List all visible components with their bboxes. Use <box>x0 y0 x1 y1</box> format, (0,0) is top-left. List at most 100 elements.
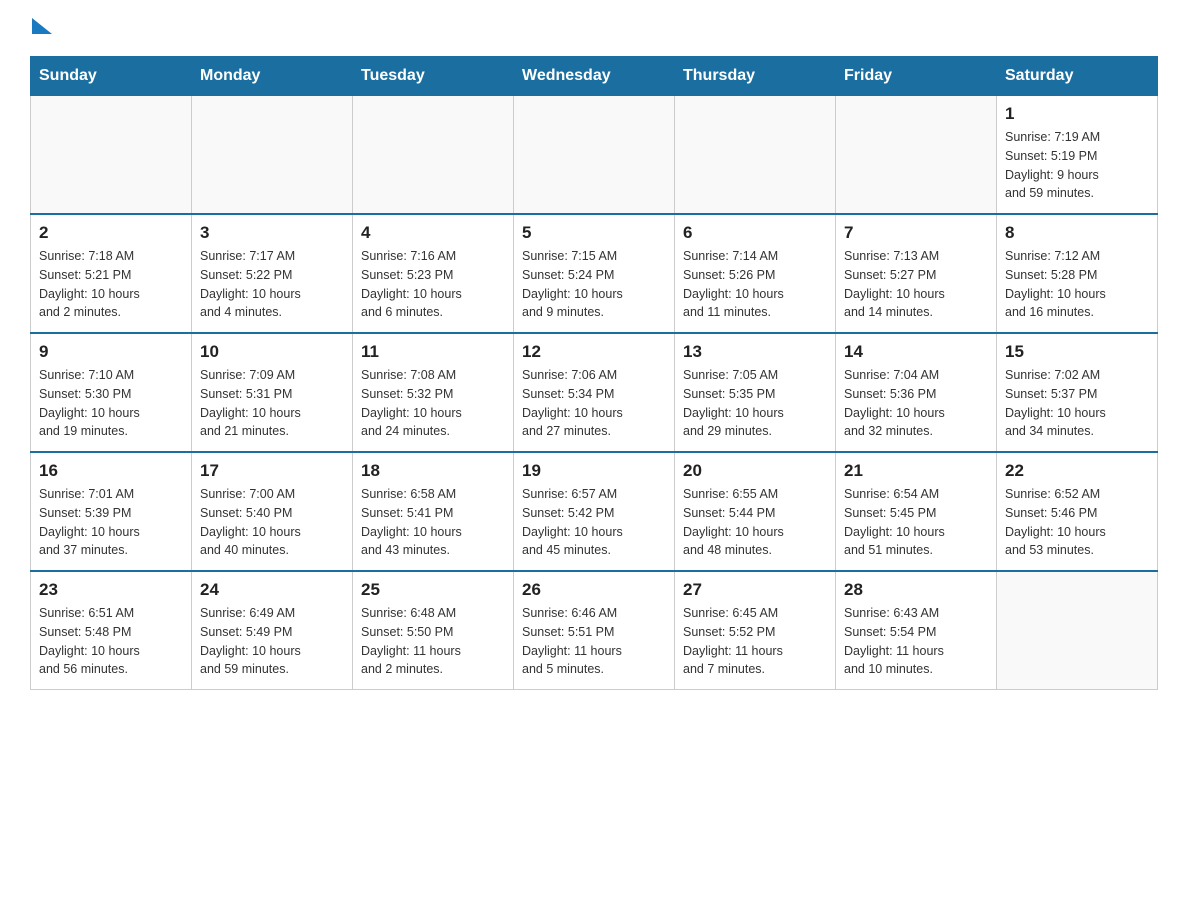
day-info: Sunrise: 7:01 AM Sunset: 5:39 PM Dayligh… <box>39 485 183 560</box>
calendar-week-row: 16 Sunrise: 7:01 AM Sunset: 5:39 PM Dayli… <box>31 452 1158 571</box>
header-monday: Monday <box>192 57 353 96</box>
day-info: Sunrise: 7:17 AM Sunset: 5:22 PM Dayligh… <box>200 247 344 322</box>
day-info: Sunrise: 6:45 AM Sunset: 5:52 PM Dayligh… <box>683 604 827 679</box>
day-info: Sunrise: 7:19 AM Sunset: 5:19 PM Dayligh… <box>1005 128 1149 203</box>
day-info: Sunrise: 7:06 AM Sunset: 5:34 PM Dayligh… <box>522 366 666 441</box>
calendar-day-cell <box>514 96 675 215</box>
day-number: 28 <box>844 580 988 600</box>
calendar-day-cell: 22 Sunrise: 6:52 AM Sunset: 5:46 PM Dayli… <box>997 452 1158 571</box>
day-number: 19 <box>522 461 666 481</box>
day-number: 21 <box>844 461 988 481</box>
day-info: Sunrise: 6:48 AM Sunset: 5:50 PM Dayligh… <box>361 604 505 679</box>
calendar-header-row: SundayMondayTuesdayWednesdayThursdayFrid… <box>31 57 1158 96</box>
day-number: 13 <box>683 342 827 362</box>
calendar-day-cell: 19 Sunrise: 6:57 AM Sunset: 5:42 PM Dayli… <box>514 452 675 571</box>
calendar-day-cell: 8 Sunrise: 7:12 AM Sunset: 5:28 PM Daylig… <box>997 214 1158 333</box>
logo <box>30 20 54 38</box>
header-sunday: Sunday <box>31 57 192 96</box>
calendar-day-cell: 2 Sunrise: 7:18 AM Sunset: 5:21 PM Daylig… <box>31 214 192 333</box>
day-info: Sunrise: 6:58 AM Sunset: 5:41 PM Dayligh… <box>361 485 505 560</box>
day-number: 15 <box>1005 342 1149 362</box>
header-wednesday: Wednesday <box>514 57 675 96</box>
day-number: 12 <box>522 342 666 362</box>
day-info: Sunrise: 6:49 AM Sunset: 5:49 PM Dayligh… <box>200 604 344 679</box>
calendar-day-cell: 5 Sunrise: 7:15 AM Sunset: 5:24 PM Daylig… <box>514 214 675 333</box>
calendar-day-cell: 18 Sunrise: 6:58 AM Sunset: 5:41 PM Dayli… <box>353 452 514 571</box>
day-number: 18 <box>361 461 505 481</box>
day-number: 22 <box>1005 461 1149 481</box>
calendar-day-cell: 23 Sunrise: 6:51 AM Sunset: 5:48 PM Dayli… <box>31 571 192 690</box>
header-friday: Friday <box>836 57 997 96</box>
calendar-day-cell: 13 Sunrise: 7:05 AM Sunset: 5:35 PM Dayli… <box>675 333 836 452</box>
day-number: 27 <box>683 580 827 600</box>
day-number: 6 <box>683 223 827 243</box>
header-thursday: Thursday <box>675 57 836 96</box>
day-info: Sunrise: 7:12 AM Sunset: 5:28 PM Dayligh… <box>1005 247 1149 322</box>
calendar-day-cell: 24 Sunrise: 6:49 AM Sunset: 5:49 PM Dayli… <box>192 571 353 690</box>
day-info: Sunrise: 7:04 AM Sunset: 5:36 PM Dayligh… <box>844 366 988 441</box>
calendar-day-cell <box>675 96 836 215</box>
day-number: 1 <box>1005 104 1149 124</box>
logo-arrow-icon <box>32 18 52 34</box>
day-info: Sunrise: 6:54 AM Sunset: 5:45 PM Dayligh… <box>844 485 988 560</box>
day-number: 23 <box>39 580 183 600</box>
calendar-day-cell: 26 Sunrise: 6:46 AM Sunset: 5:51 PM Dayli… <box>514 571 675 690</box>
calendar-day-cell: 15 Sunrise: 7:02 AM Sunset: 5:37 PM Dayli… <box>997 333 1158 452</box>
day-info: Sunrise: 7:16 AM Sunset: 5:23 PM Dayligh… <box>361 247 505 322</box>
day-number: 8 <box>1005 223 1149 243</box>
calendar-day-cell <box>836 96 997 215</box>
calendar-day-cell: 11 Sunrise: 7:08 AM Sunset: 5:32 PM Dayli… <box>353 333 514 452</box>
calendar-day-cell: 21 Sunrise: 6:54 AM Sunset: 5:45 PM Dayli… <box>836 452 997 571</box>
day-info: Sunrise: 7:05 AM Sunset: 5:35 PM Dayligh… <box>683 366 827 441</box>
day-info: Sunrise: 7:15 AM Sunset: 5:24 PM Dayligh… <box>522 247 666 322</box>
calendar-day-cell: 3 Sunrise: 7:17 AM Sunset: 5:22 PM Daylig… <box>192 214 353 333</box>
calendar-day-cell: 25 Sunrise: 6:48 AM Sunset: 5:50 PM Dayli… <box>353 571 514 690</box>
day-number: 26 <box>522 580 666 600</box>
day-info: Sunrise: 7:18 AM Sunset: 5:21 PM Dayligh… <box>39 247 183 322</box>
calendar-day-cell: 20 Sunrise: 6:55 AM Sunset: 5:44 PM Dayli… <box>675 452 836 571</box>
day-info: Sunrise: 7:10 AM Sunset: 5:30 PM Dayligh… <box>39 366 183 441</box>
day-number: 9 <box>39 342 183 362</box>
day-number: 25 <box>361 580 505 600</box>
calendar-week-row: 1 Sunrise: 7:19 AM Sunset: 5:19 PM Daylig… <box>31 96 1158 215</box>
day-number: 20 <box>683 461 827 481</box>
day-number: 10 <box>200 342 344 362</box>
calendar-day-cell: 14 Sunrise: 7:04 AM Sunset: 5:36 PM Dayli… <box>836 333 997 452</box>
day-info: Sunrise: 6:52 AM Sunset: 5:46 PM Dayligh… <box>1005 485 1149 560</box>
day-info: Sunrise: 7:09 AM Sunset: 5:31 PM Dayligh… <box>200 366 344 441</box>
calendar-week-row: 23 Sunrise: 6:51 AM Sunset: 5:48 PM Dayli… <box>31 571 1158 690</box>
day-info: Sunrise: 6:46 AM Sunset: 5:51 PM Dayligh… <box>522 604 666 679</box>
calendar-week-row: 9 Sunrise: 7:10 AM Sunset: 5:30 PM Daylig… <box>31 333 1158 452</box>
day-info: Sunrise: 6:55 AM Sunset: 5:44 PM Dayligh… <box>683 485 827 560</box>
day-number: 2 <box>39 223 183 243</box>
calendar-day-cell <box>31 96 192 215</box>
day-info: Sunrise: 7:14 AM Sunset: 5:26 PM Dayligh… <box>683 247 827 322</box>
day-info: Sunrise: 7:13 AM Sunset: 5:27 PM Dayligh… <box>844 247 988 322</box>
day-info: Sunrise: 6:43 AM Sunset: 5:54 PM Dayligh… <box>844 604 988 679</box>
calendar-day-cell: 10 Sunrise: 7:09 AM Sunset: 5:31 PM Dayli… <box>192 333 353 452</box>
header-tuesday: Tuesday <box>353 57 514 96</box>
calendar-day-cell <box>997 571 1158 690</box>
day-number: 11 <box>361 342 505 362</box>
calendar-day-cell: 7 Sunrise: 7:13 AM Sunset: 5:27 PM Daylig… <box>836 214 997 333</box>
calendar-day-cell: 1 Sunrise: 7:19 AM Sunset: 5:19 PM Daylig… <box>997 96 1158 215</box>
day-number: 16 <box>39 461 183 481</box>
calendar-day-cell: 6 Sunrise: 7:14 AM Sunset: 5:26 PM Daylig… <box>675 214 836 333</box>
day-number: 3 <box>200 223 344 243</box>
header-saturday: Saturday <box>997 57 1158 96</box>
day-info: Sunrise: 6:51 AM Sunset: 5:48 PM Dayligh… <box>39 604 183 679</box>
calendar-day-cell <box>192 96 353 215</box>
calendar-week-row: 2 Sunrise: 7:18 AM Sunset: 5:21 PM Daylig… <box>31 214 1158 333</box>
day-info: Sunrise: 6:57 AM Sunset: 5:42 PM Dayligh… <box>522 485 666 560</box>
calendar-day-cell: 28 Sunrise: 6:43 AM Sunset: 5:54 PM Dayli… <box>836 571 997 690</box>
calendar-day-cell: 17Sunrise: 7:00 AM Sunset: 5:40 PM Dayli… <box>192 452 353 571</box>
day-info: Sunrise: 7:08 AM Sunset: 5:32 PM Dayligh… <box>361 366 505 441</box>
day-number: 24 <box>200 580 344 600</box>
calendar-day-cell: 27 Sunrise: 6:45 AM Sunset: 5:52 PM Dayli… <box>675 571 836 690</box>
calendar-day-cell: 16 Sunrise: 7:01 AM Sunset: 5:39 PM Dayli… <box>31 452 192 571</box>
day-info: Sunrise: 7:02 AM Sunset: 5:37 PM Dayligh… <box>1005 366 1149 441</box>
day-number: 7 <box>844 223 988 243</box>
day-info: Sunrise: 7:00 AM Sunset: 5:40 PM Dayligh… <box>200 485 344 560</box>
day-number: 14 <box>844 342 988 362</box>
day-number: 5 <box>522 223 666 243</box>
